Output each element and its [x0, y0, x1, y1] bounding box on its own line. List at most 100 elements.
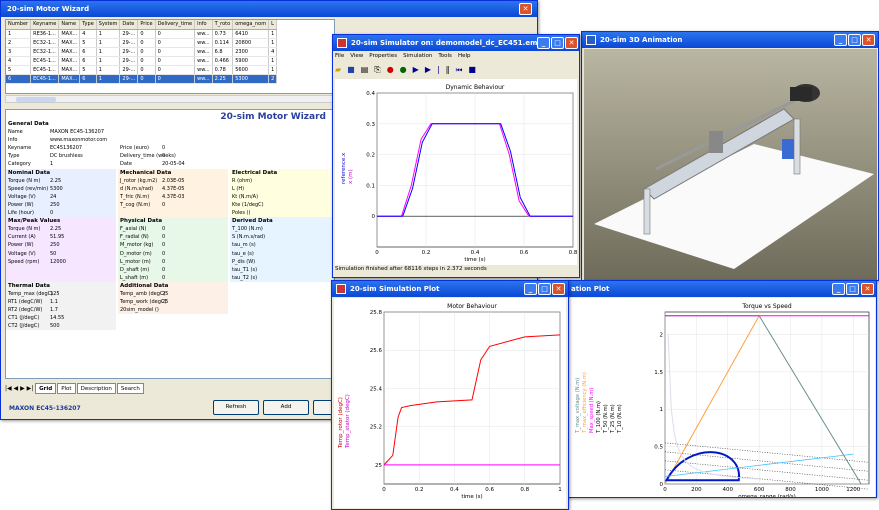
- minimize-button[interactable]: _: [537, 37, 550, 49]
- scroll-thumb[interactable]: [16, 97, 56, 102]
- field-value[interactable]: 4.37E-05: [162, 185, 184, 193]
- maximize-button[interactable]: □: [848, 34, 861, 46]
- grid-column-header[interactable]: Date: [119, 20, 139, 30]
- tab-search[interactable]: Search: [116, 383, 144, 394]
- maximize-button[interactable]: □: [551, 37, 564, 49]
- table-row[interactable]: 2 EC32-1... MAX... 5 1 29-... 0 0 ww... 0.114 2080…: [6, 38, 278, 48]
- table-row[interactable]: 5 EC45-1... MAX... 5 1 29-... 0 0 ww... 0.78 5600 1: [6, 65, 278, 75]
- save-icon[interactable]: ■: [347, 65, 361, 74]
- grid-column-header[interactable]: Name: [58, 20, 81, 30]
- grid-column-header[interactable]: omega_nom: [232, 20, 270, 30]
- field-value[interactable]: 14.55: [50, 314, 64, 322]
- menu-properties[interactable]: Properties: [369, 53, 397, 59]
- close-button[interactable]: ✕: [552, 283, 565, 295]
- close-button[interactable]: ✕: [862, 34, 875, 46]
- field-value[interactable]: 25: [162, 298, 168, 306]
- field-value[interactable]: 5300: [50, 185, 63, 193]
- field-value[interactable]: 1.7: [50, 306, 58, 314]
- grid-column-header[interactable]: Keyname: [30, 20, 60, 30]
- maximize-button[interactable]: □: [846, 283, 859, 295]
- field-value[interactable]: 2.25: [50, 177, 61, 185]
- table-row[interactable]: 1 RE36-1... MAX... 4 1 29-... 0 0 ww... 0.73 6410 1: [6, 29, 278, 39]
- field-value[interactable]: 4.37E-03: [162, 193, 184, 201]
- animation-viewport[interactable]: [584, 49, 877, 280]
- table-row[interactable]: 6 EC45-1... MAX... 6 1 29-... 0 0 ww... 2.25 5300 2: [6, 74, 278, 84]
- field-value[interactable]: 0: [162, 201, 165, 209]
- grid-column-header[interactable]: T_roto: [212, 20, 234, 30]
- menu-file[interactable]: File: [335, 53, 344, 59]
- maximize-button[interactable]: □: [538, 283, 551, 295]
- close-button[interactable]: ✕: [565, 37, 578, 49]
- motor-wizard-titlebar[interactable]: 20-sim Motor Wizard: [1, 1, 537, 17]
- nav-first-icon[interactable]: |◀ ◀ ▶ ▶|: [5, 385, 35, 392]
- run-icon[interactable]: ●: [400, 65, 413, 74]
- grid-column-header[interactable]: L: [268, 20, 278, 30]
- dynamic-behaviour-plot[interactable]: Dynamic Behaviour 0 0.2 0.4 0.6 0.8 0 0.1 0.2 0.3…: [335, 79, 577, 265]
- grid-column-header[interactable]: Delivery_time: [155, 20, 196, 30]
- torque-speed-plot[interactable]: Torque vs Speed 0 200 400 600 800 1000 1200 0 0.5…: [569, 298, 875, 497]
- field-value[interactable]: EC45136207: [50, 144, 82, 152]
- field-value[interactable]: 0: [50, 209, 53, 217]
- field-value[interactable]: 20-05-04: [162, 160, 185, 168]
- rewind-icon[interactable]: ⏮: [456, 65, 469, 74]
- field-value[interactable]: 0: [162, 144, 165, 152]
- forward-icon[interactable]: ▶|: [425, 65, 446, 74]
- grid-column-header[interactable]: Type: [79, 20, 97, 30]
- field-value[interactable]: 0: [162, 225, 165, 233]
- field-value[interactable]: 0: [162, 258, 165, 266]
- stop-icon[interactable]: ■: [468, 65, 482, 74]
- table-row[interactable]: 3 EC32-1... MAX... 6 1 29-... 0 0 ww... 6.8 2300 4: [6, 47, 278, 57]
- field-value[interactable]: 500: [50, 322, 60, 330]
- refresh-button[interactable]: Refresh: [213, 400, 259, 415]
- step-icon[interactable]: ●: [387, 65, 400, 74]
- torque-plot-titlebar[interactable]: ation Plot: [567, 281, 876, 297]
- field-value[interactable]: 0: [162, 250, 165, 258]
- field-value[interactable]: 0: [162, 152, 165, 160]
- add-button[interactable]: Add: [263, 400, 309, 415]
- field-value[interactable]: DC brushless: [50, 152, 83, 160]
- field-value[interactable]: 1.1: [50, 298, 58, 306]
- menu-tools[interactable]: Tools: [438, 53, 452, 59]
- pause-icon[interactable]: ‖: [446, 65, 456, 74]
- field-value[interactable]: 2.25: [50, 225, 61, 233]
- grid-column-header[interactable]: System: [96, 20, 121, 30]
- grid-column-header[interactable]: Price: [137, 20, 156, 30]
- minimize-button[interactable]: _: [834, 34, 847, 46]
- field-value[interactable]: MAXON EC45-136207: [50, 128, 104, 136]
- table-row[interactable]: 4 EC45-1... MAX... 6 1 29-... 0 0 ww... 0.466 5900…: [6, 56, 278, 66]
- menu-help[interactable]: Help: [458, 53, 471, 59]
- field-value[interactable]: 50: [50, 250, 56, 258]
- tab-description[interactable]: Description: [76, 383, 116, 394]
- print-icon[interactable]: ▤: [361, 65, 375, 74]
- menu-simulation[interactable]: Simulation: [403, 53, 432, 59]
- field-value[interactable]: 51.95: [50, 233, 64, 241]
- field-value[interactable]: 0: [162, 233, 165, 241]
- field-value[interactable]: 25: [162, 290, 168, 298]
- field-value[interactable]: 0: [162, 274, 165, 282]
- menu-view[interactable]: View: [350, 53, 363, 59]
- play-icon[interactable]: ▶: [413, 65, 425, 74]
- field-value[interactable]: 0: [162, 266, 165, 274]
- grid-column-header[interactable]: Info: [194, 20, 213, 30]
- grid-scrollbar[interactable]: [5, 95, 335, 103]
- close-button[interactable]: ✕: [519, 3, 532, 15]
- grid-column-header[interactable]: Number: [6, 20, 32, 30]
- field-value[interactable]: 0: [162, 241, 165, 249]
- field-value[interactable]: 250: [50, 201, 60, 209]
- field-value[interactable]: 125: [50, 290, 60, 298]
- tab-plot[interactable]: Plot: [57, 383, 76, 394]
- field-value[interactable]: 2.03E-05: [162, 177, 184, 185]
- field-value[interactable]: 250: [50, 241, 60, 249]
- field-value[interactable]: 24: [50, 193, 56, 201]
- close-button[interactable]: ✕: [861, 283, 874, 295]
- field-value[interactable]: 1: [50, 160, 53, 168]
- motor-grid[interactable]: Number Keyname Name Type System Date Price Deli…: [5, 19, 335, 94]
- field-value[interactable]: 12000: [50, 258, 66, 266]
- field-value[interactable]: www.maxonmotor.com: [50, 136, 107, 144]
- tab-grid[interactable]: Grid: [35, 383, 57, 394]
- copy-icon[interactable]: ⎘: [374, 65, 386, 74]
- motor-behaviour-plot[interactable]: Motor Behaviour 0 0.2 0.4 0.6 0.8 1 25 25.2 25.4 2…: [334, 298, 566, 508]
- minimize-button[interactable]: _: [832, 283, 845, 295]
- open-icon[interactable]: ▰: [335, 65, 347, 74]
- minimize-button[interactable]: _: [524, 283, 537, 295]
